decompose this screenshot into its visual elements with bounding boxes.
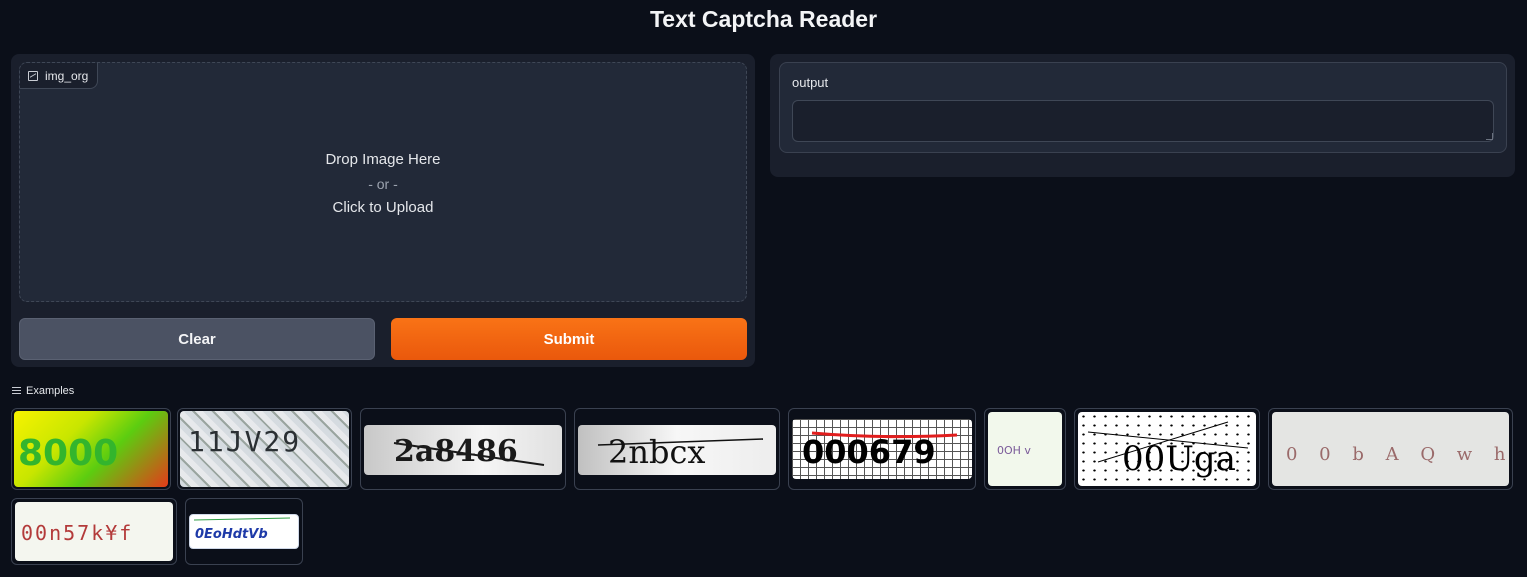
captcha-image: 11JV29 xyxy=(188,425,301,458)
examples-header: Examples xyxy=(12,385,74,397)
input-panel: img_org Drop Image Here - or - Click to … xyxy=(11,54,755,367)
clear-button[interactable]: Clear xyxy=(19,318,375,360)
example-item[interactable]: 000679 xyxy=(788,408,976,490)
captcha-image: 0OH v xyxy=(997,444,1031,457)
captcha-text: 0EoHdtVb xyxy=(195,527,268,542)
captcha-text: 8000 xyxy=(18,433,118,474)
captcha-image: 2nbcx xyxy=(597,433,764,471)
example-item[interactable]: 00n57k¥f xyxy=(11,498,177,565)
or-text: - or - xyxy=(368,176,398,192)
captcha-text: 000679 xyxy=(802,433,936,471)
image-input-label-text: img_org xyxy=(45,68,89,83)
image-icon xyxy=(28,70,38,81)
image-input-label: img_org xyxy=(20,63,99,89)
textarea-resize-handle[interactable] xyxy=(1486,133,1493,140)
captcha-image: 8000 xyxy=(18,433,118,474)
example-item[interactable]: 0 0 b A Q w h A Z U xyxy=(1268,408,1513,490)
captcha-image: 000679 xyxy=(802,431,958,471)
examples-label: Examples xyxy=(26,385,75,397)
output-panel: output xyxy=(770,54,1515,177)
upload-instructions: Drop Image Here - or - Click to Upload xyxy=(20,148,746,220)
captcha-text: 11JV29 xyxy=(188,425,301,458)
captcha-text: 0 0 b A Q w h A Z U xyxy=(1286,444,1509,465)
output-textarea[interactable] xyxy=(792,100,1494,142)
image-upload-dropzone[interactable]: img_org Drop Image Here - or - Click to … xyxy=(19,62,747,302)
drop-image-text: Drop Image Here xyxy=(325,151,441,168)
example-item[interactable]: 0OH v xyxy=(984,408,1066,490)
captcha-image: 0 0 b A Q w h A Z U xyxy=(1286,444,1509,465)
captcha-text: 2nbcx xyxy=(608,433,705,471)
captcha-image: 2a8486 xyxy=(393,434,545,469)
captcha-image: 00n57k¥f xyxy=(21,521,133,545)
example-item[interactable]: 2nbcx xyxy=(574,408,780,490)
output-box: output xyxy=(779,62,1507,153)
example-item[interactable]: 00Uga xyxy=(1074,408,1260,490)
output-label: output xyxy=(792,75,829,90)
example-item[interactable]: 0EoHdtVb xyxy=(185,498,303,565)
example-item[interactable]: 8000 xyxy=(11,408,171,490)
page-title: Text Captcha Reader xyxy=(649,6,878,32)
submit-button[interactable]: Submit xyxy=(391,318,747,360)
example-item[interactable]: 11JV29 xyxy=(177,408,352,490)
captcha-image: 0EoHdtVb xyxy=(193,517,291,542)
example-item[interactable]: 2a8486 xyxy=(360,408,566,490)
list-icon xyxy=(12,387,21,395)
click-to-upload-text: Click to Upload xyxy=(332,199,434,216)
captcha-text: 00n57k¥f xyxy=(21,521,133,545)
captcha-text: 0OH v xyxy=(997,444,1031,457)
captcha-image: 00Uga xyxy=(1087,421,1249,479)
